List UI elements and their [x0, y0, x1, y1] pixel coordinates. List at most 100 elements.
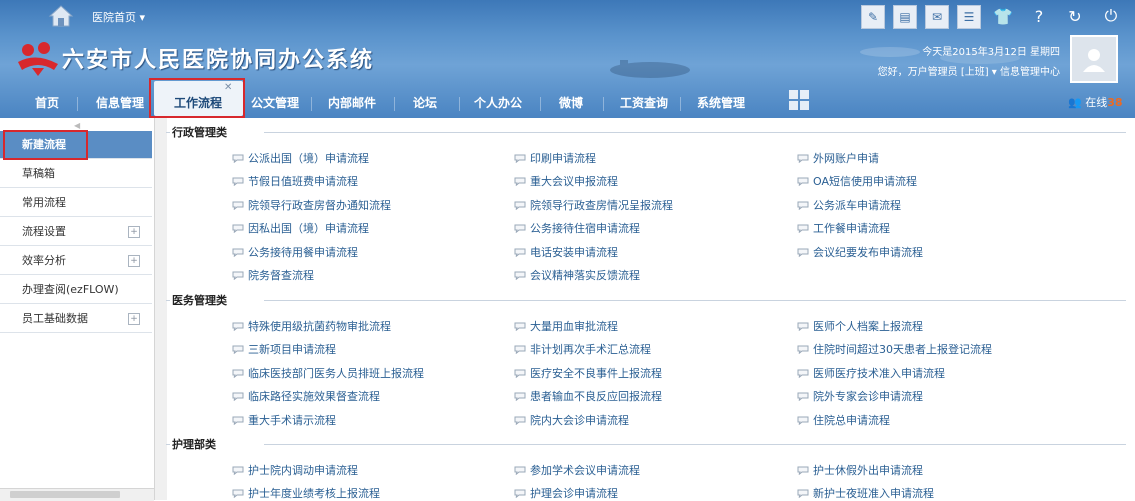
workflow-link[interactable]: 电话安装申请流程: [514, 244, 618, 260]
workflow-link[interactable]: 院领导行政查房督办通知流程: [232, 197, 391, 213]
workflow-link-label: 护士院内调动申请流程: [248, 464, 358, 477]
workflow-link[interactable]: 临床医技部门医务人员排班上报流程: [232, 365, 424, 381]
collapse-arrow-icon[interactable]: ◀: [74, 121, 80, 130]
sidebar-horizontal-scrollbar[interactable]: [0, 488, 154, 501]
workflow-link[interactable]: 医师个人档案上报流程: [797, 318, 923, 334]
sidebar-item-employee-data[interactable]: 员工基础数据 +: [0, 305, 152, 333]
sidebar-item-handling-query[interactable]: 办理查阅(ezFLOW): [0, 276, 152, 304]
workflow-link[interactable]: 公务接待用餐申请流程: [232, 244, 358, 260]
chat-bubble-icon: [232, 416, 244, 425]
home-icon[interactable]: [48, 3, 74, 29]
workflow-link[interactable]: 参加学术会议申请流程: [514, 462, 640, 478]
workflow-link[interactable]: 新护士夜班准入申请流程: [797, 485, 934, 500]
online-users[interactable]: 👥 在线38: [1068, 94, 1123, 110]
workflow-link[interactable]: 因私出国（境）申请流程: [232, 220, 369, 236]
nav-system-management[interactable]: 系统管理: [697, 94, 745, 111]
document-icon[interactable]: ▤: [893, 5, 917, 29]
refresh-icon[interactable]: ↻: [1061, 4, 1089, 28]
workflow-link[interactable]: 院内大会诊申请流程: [514, 412, 629, 428]
workflow-link[interactable]: 公派出国（境）申请流程: [232, 150, 369, 166]
home-menu-label[interactable]: 医院首页 ▾: [92, 9, 145, 25]
section-divider: [264, 132, 1126, 133]
workflow-link-label: 重大会议申报流程: [530, 175, 618, 189]
workflow-link[interactable]: 护士院内调动申请流程: [232, 462, 358, 478]
list-icon[interactable]: ☰: [957, 5, 981, 29]
sidebar-item-efficiency-analysis[interactable]: 效率分析 +: [0, 247, 152, 275]
workflow-link-label: 节假日值班费申请流程: [248, 175, 358, 189]
workflow-link[interactable]: 院外专家会诊申请流程: [797, 388, 923, 404]
workflow-link[interactable]: 会议纪要发布申请流程: [797, 244, 923, 260]
section-divider: [166, 132, 170, 133]
workflow-link-label: 工作餐申请流程: [813, 222, 890, 236]
nav-weibo[interactable]: 微博: [559, 94, 583, 111]
workflow-link[interactable]: OA短信使用申请流程: [797, 173, 917, 189]
sidebar-item-label: 员工基础数据: [22, 312, 88, 325]
workflow-link[interactable]: 节假日值班费申请流程: [232, 173, 358, 189]
sidebar-item-workflow-settings[interactable]: 流程设置 +: [0, 218, 152, 246]
nav-internal-mail[interactable]: 内部邮件: [328, 94, 376, 111]
avatar[interactable]: [1070, 35, 1118, 83]
workflow-link-label: 护士年度业绩考核上报流程: [248, 487, 380, 500]
workflow-link[interactable]: 医疗安全不良事件上报流程: [514, 365, 662, 381]
help-icon[interactable]: ?: [1025, 4, 1053, 28]
chat-bubble-icon: [797, 322, 809, 331]
workflow-link[interactable]: 公务接待住宿申请流程: [514, 220, 640, 236]
workflow-link[interactable]: 护理会诊申请流程: [514, 485, 618, 500]
chat-bubble-icon: [797, 489, 809, 499]
workflow-link[interactable]: 医师医疗技术准入申请流程: [797, 365, 945, 381]
chat-bubble-icon: [232, 392, 244, 402]
nav-info-management[interactable]: 信息管理: [96, 94, 144, 111]
workflow-link[interactable]: 重大手术请示流程: [232, 412, 336, 428]
workflow-link[interactable]: 重大会议申报流程: [514, 173, 618, 189]
workflow-link-label: 公务接待住宿申请流程: [530, 222, 640, 236]
sidebar-item-label: 常用流程: [22, 196, 66, 209]
chat-bubble-icon: [232, 248, 244, 257]
nav-divider: [459, 97, 460, 111]
workflow-link-label: 非计划再次手术汇总流程: [530, 343, 651, 357]
workflow-link[interactable]: 公务派车申请流程: [797, 197, 901, 213]
workflow-link[interactable]: 临床路径实施效果督查流程: [232, 388, 380, 404]
workflow-link[interactable]: 工作餐申请流程: [797, 220, 890, 236]
chat-bubble-icon: [232, 154, 244, 163]
workflow-link[interactable]: 院务督查流程: [232, 267, 314, 283]
nav-salary-query[interactable]: 工资查询: [620, 94, 668, 111]
mail-icon[interactable]: ✉: [925, 5, 949, 29]
workflow-link[interactable]: 会议精神落实反馈流程: [514, 267, 640, 283]
workflow-link-label: 住院总申请流程: [813, 413, 890, 427]
edit-icon[interactable]: ✎: [861, 5, 885, 29]
workflow-link[interactable]: 特殊使用级抗菌药物审批流程: [232, 318, 391, 334]
workflow-link[interactable]: 院领导行政查房情况呈报流程: [514, 197, 673, 213]
workflow-link-label: 新护士夜班准入申请流程: [813, 487, 934, 500]
online-label: 在线: [1085, 96, 1108, 109]
sidebar-item-common-workflows[interactable]: 常用流程: [0, 189, 152, 217]
grid-menu-icon[interactable]: [788, 89, 810, 111]
nav-personal-office[interactable]: 个人办公: [474, 94, 522, 111]
workflow-link[interactable]: 住院时间超过30天患者上报登记流程: [797, 341, 992, 357]
workflow-link[interactable]: 外网账户申请: [797, 150, 879, 166]
nav-home[interactable]: 首页: [35, 94, 59, 111]
workflow-link[interactable]: 护士休假外出申请流程: [797, 462, 923, 478]
user-greeting[interactable]: 您好，万户管理员 [上班] ▾ 信息管理中心: [878, 63, 1060, 78]
chat-bubble-icon: [232, 271, 244, 280]
workflow-link-label: 因私出国（境）申请流程: [248, 222, 369, 236]
workflow-link[interactable]: 非计划再次手术汇总流程: [514, 341, 651, 357]
chat-bubble-icon: [514, 201, 526, 210]
workflow-link[interactable]: 住院总申请流程: [797, 412, 890, 428]
skin-shirt-icon[interactable]: 👕: [989, 4, 1017, 28]
workflow-link[interactable]: 三新项目申请流程: [232, 341, 336, 357]
nav-divider: [77, 97, 78, 111]
workflow-link[interactable]: 护士年度业绩考核上报流程: [232, 485, 380, 500]
chat-bubble-icon: [514, 489, 526, 499]
workflow-link[interactable]: 大量用血审批流程: [514, 318, 618, 334]
workflow-link[interactable]: 印刷申请流程: [514, 150, 596, 166]
workflow-link-label: 护士休假外出申请流程: [813, 464, 923, 477]
expand-icon[interactable]: +: [128, 313, 140, 325]
sidebar-item-drafts[interactable]: 草稿箱: [0, 160, 152, 188]
nav-forum[interactable]: 论坛: [413, 94, 437, 111]
expand-icon[interactable]: +: [128, 255, 140, 267]
power-icon[interactable]: ⏻: [1097, 4, 1125, 28]
expand-icon[interactable]: +: [128, 226, 140, 238]
nav-document-management[interactable]: 公文管理: [251, 94, 299, 111]
scrollbar-thumb[interactable]: [10, 491, 120, 498]
workflow-link[interactable]: 患者输血不良反应回报流程: [514, 388, 662, 404]
